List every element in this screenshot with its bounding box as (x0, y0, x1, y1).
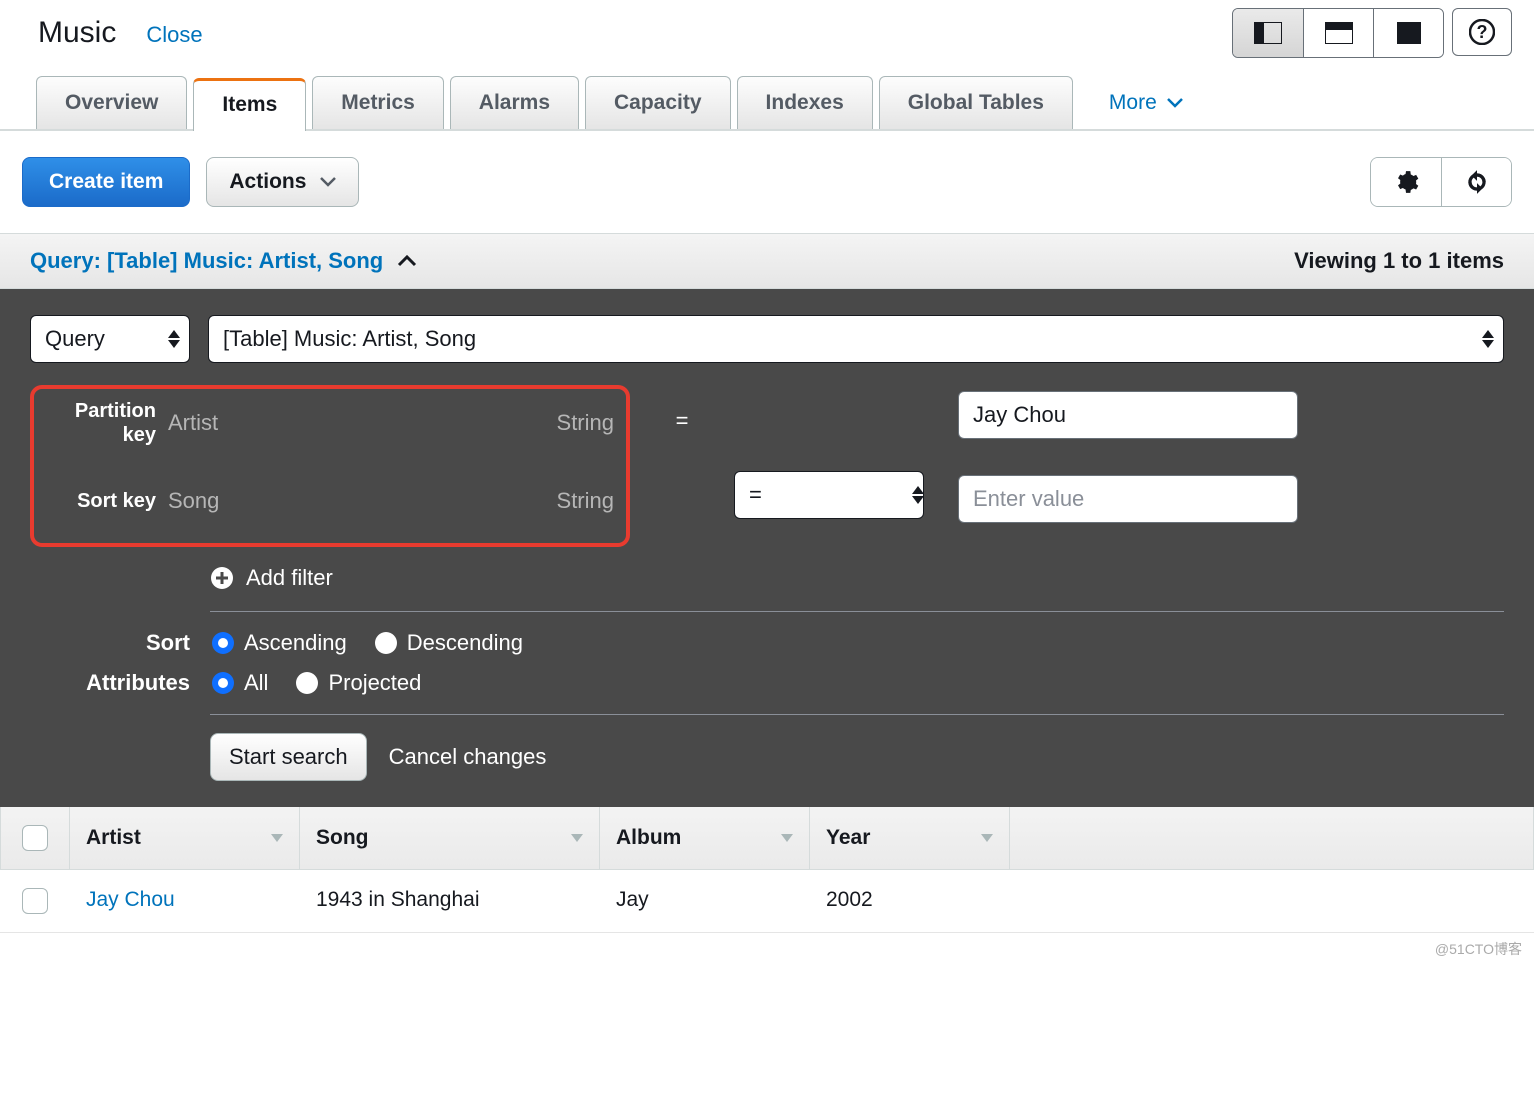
cancel-changes-link[interactable]: Cancel changes (389, 744, 547, 770)
cell-artist-link[interactable]: Jay Chou (86, 888, 175, 911)
query-header-title: Query: [Table] Music: Artist, Song (30, 248, 383, 274)
col-year[interactable]: Year (810, 807, 1010, 869)
sort-key-name: Song (168, 488, 545, 514)
cell-year: 2002 (810, 870, 1010, 932)
col-song[interactable]: Song (300, 807, 600, 869)
attr-all-radio[interactable]: All (212, 670, 268, 696)
add-filter-label: Add filter (246, 565, 333, 591)
select-caret-icon (168, 330, 180, 348)
start-search-button[interactable]: Start search (210, 733, 367, 781)
select-caret-icon (912, 486, 924, 504)
tab-metrics[interactable]: Metrics (312, 76, 444, 129)
viewing-count: Viewing 1 to 1 items (1294, 248, 1504, 274)
results-table: Artist Song Album Year Jay Chou 1943 in … (0, 807, 1534, 933)
sort-operator-select[interactable]: = (734, 471, 924, 519)
partition-key-label: Partition key (46, 399, 156, 447)
tab-more[interactable]: More (1093, 77, 1199, 129)
chevron-down-icon (320, 177, 336, 187)
tab-capacity[interactable]: Capacity (585, 76, 731, 129)
attributes-section-label: Attributes (30, 670, 190, 696)
col-album[interactable]: Album (600, 807, 810, 869)
cell-album: Jay (600, 870, 810, 932)
refresh-button[interactable] (1441, 158, 1511, 206)
sort-key-label: Sort key (46, 489, 156, 513)
attr-projected-radio[interactable]: Projected (296, 670, 421, 696)
sort-desc-radio[interactable]: Descending (375, 630, 523, 656)
tab-more-label: More (1109, 91, 1157, 115)
tab-bar: Overview Items Metrics Alarms Capacity I… (0, 76, 1534, 131)
refresh-icon (1463, 169, 1491, 195)
create-item-button[interactable]: Create item (22, 157, 190, 207)
col-album-label: Album (616, 826, 681, 850)
settings-button[interactable] (1371, 158, 1441, 206)
query-table-select[interactable]: [Table] Music: Artist, Song (208, 315, 1504, 363)
sort-desc-label: Descending (407, 630, 523, 656)
attr-projected-label: Projected (328, 670, 421, 696)
query-toggle[interactable]: Query: [Table] Music: Artist, Song (30, 248, 417, 274)
actions-dropdown[interactable]: Actions (206, 157, 359, 207)
partition-key-type: String (557, 410, 614, 436)
svg-text:?: ? (1477, 22, 1488, 42)
plus-circle-icon (210, 566, 234, 590)
sort-value-input[interactable] (958, 475, 1298, 523)
watermark: @51CTO博客 (0, 933, 1534, 965)
query-mode-select[interactable]: Query (30, 315, 190, 363)
tab-overview[interactable]: Overview (36, 76, 187, 129)
col-song-label: Song (316, 826, 369, 850)
actions-dropdown-label: Actions (229, 170, 306, 194)
col-year-label: Year (826, 826, 870, 850)
sort-asc-label: Ascending (244, 630, 347, 656)
col-artist[interactable]: Artist (70, 807, 300, 869)
keys-highlight-box: Partition key Artist String Sort key Son… (30, 385, 630, 547)
layout-sidebar-icon[interactable] (1233, 9, 1303, 57)
layout-full-icon[interactable] (1373, 9, 1443, 57)
sort-caret-icon (271, 834, 283, 842)
help-icon[interactable]: ? (1452, 8, 1512, 56)
select-all-checkbox[interactable] (22, 825, 48, 851)
page-title: Music (38, 16, 116, 50)
tab-alarms[interactable]: Alarms (450, 76, 579, 129)
sort-asc-radio[interactable]: Ascending (212, 630, 347, 656)
tab-items[interactable]: Items (193, 78, 306, 131)
sort-caret-icon (981, 834, 993, 842)
table-row: Jay Chou 1943 in Shanghai Jay 2002 (0, 870, 1534, 933)
select-all-header[interactable] (0, 807, 70, 869)
row-checkbox[interactable] (22, 888, 48, 914)
tab-global-tables[interactable]: Global Tables (879, 76, 1073, 129)
chevron-up-icon (397, 255, 417, 267)
cell-song: 1943 in Shanghai (300, 870, 600, 932)
col-spacer (1010, 807, 1534, 869)
partition-operator: = (676, 399, 689, 443)
close-link[interactable]: Close (146, 22, 202, 48)
tab-indexes[interactable]: Indexes (737, 76, 873, 129)
sort-caret-icon (571, 834, 583, 842)
col-artist-label: Artist (86, 826, 141, 850)
add-filter-button[interactable]: Add filter (210, 565, 1504, 591)
select-caret-icon (1482, 330, 1494, 348)
gear-icon (1393, 169, 1419, 195)
chevron-down-icon (1167, 98, 1183, 108)
partition-value-input[interactable] (958, 391, 1298, 439)
partition-key-name: Artist (168, 410, 545, 436)
attr-all-label: All (244, 670, 268, 696)
sort-key-type: String (557, 488, 614, 514)
sort-caret-icon (781, 834, 793, 842)
layout-bottom-icon[interactable] (1303, 9, 1373, 57)
sort-section-label: Sort (30, 630, 190, 656)
